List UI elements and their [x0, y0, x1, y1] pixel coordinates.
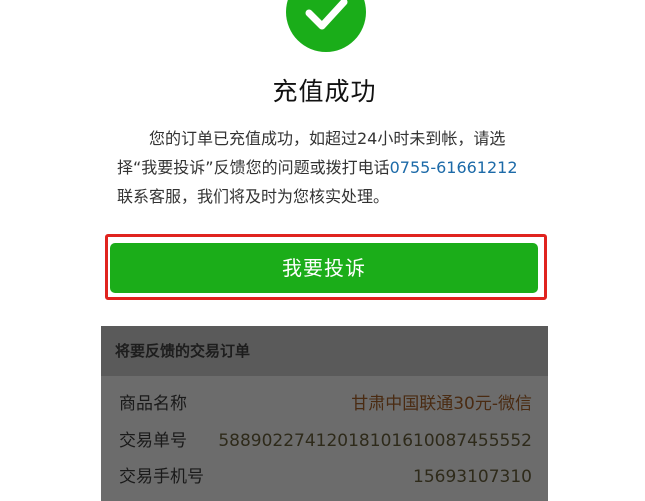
order-card-title: 将要反馈的交易订单 [101, 326, 548, 376]
service-phone-link[interactable]: 0755-61661212 [390, 158, 518, 177]
order-row-phone: 交易手机号 15693107310 [119, 459, 532, 495]
row-key: 商品名称 [119, 394, 187, 414]
row-value: 58890227412018101610087455552 [218, 431, 532, 451]
row-value: 甘肃中国联通30元-微信 [351, 394, 532, 414]
order-card: 将要反馈的交易订单 商品名称 甘肃中国联通30元-微信 交易单号 5889022… [101, 326, 548, 501]
check-circle-icon [286, 0, 366, 52]
page-title: 充值成功 [272, 77, 377, 106]
success-message: 您的订单已充值成功，如超过24小时未到帐，请选择“我要投诉”反馈您的问题或拨打电… [117, 124, 529, 211]
row-key: 交易手机号 [119, 467, 204, 487]
order-row-product: 商品名称 甘肃中国联通30元-微信 [119, 386, 532, 422]
order-row-transaction-id: 交易单号 58890227412018101610087455552 [119, 423, 532, 459]
row-value: 15693107310 [413, 467, 532, 487]
row-key: 交易单号 [119, 431, 187, 451]
recharge-result-page: 充值成功 您的订单已充值成功，如超过24小时未到帐，请选择“我要投诉”反馈您的问… [101, 0, 548, 501]
complaint-button[interactable]: 我要投诉 [110, 243, 538, 293]
message-text-end: 联系客服，我们将及时为您核实处理。 [117, 187, 390, 206]
